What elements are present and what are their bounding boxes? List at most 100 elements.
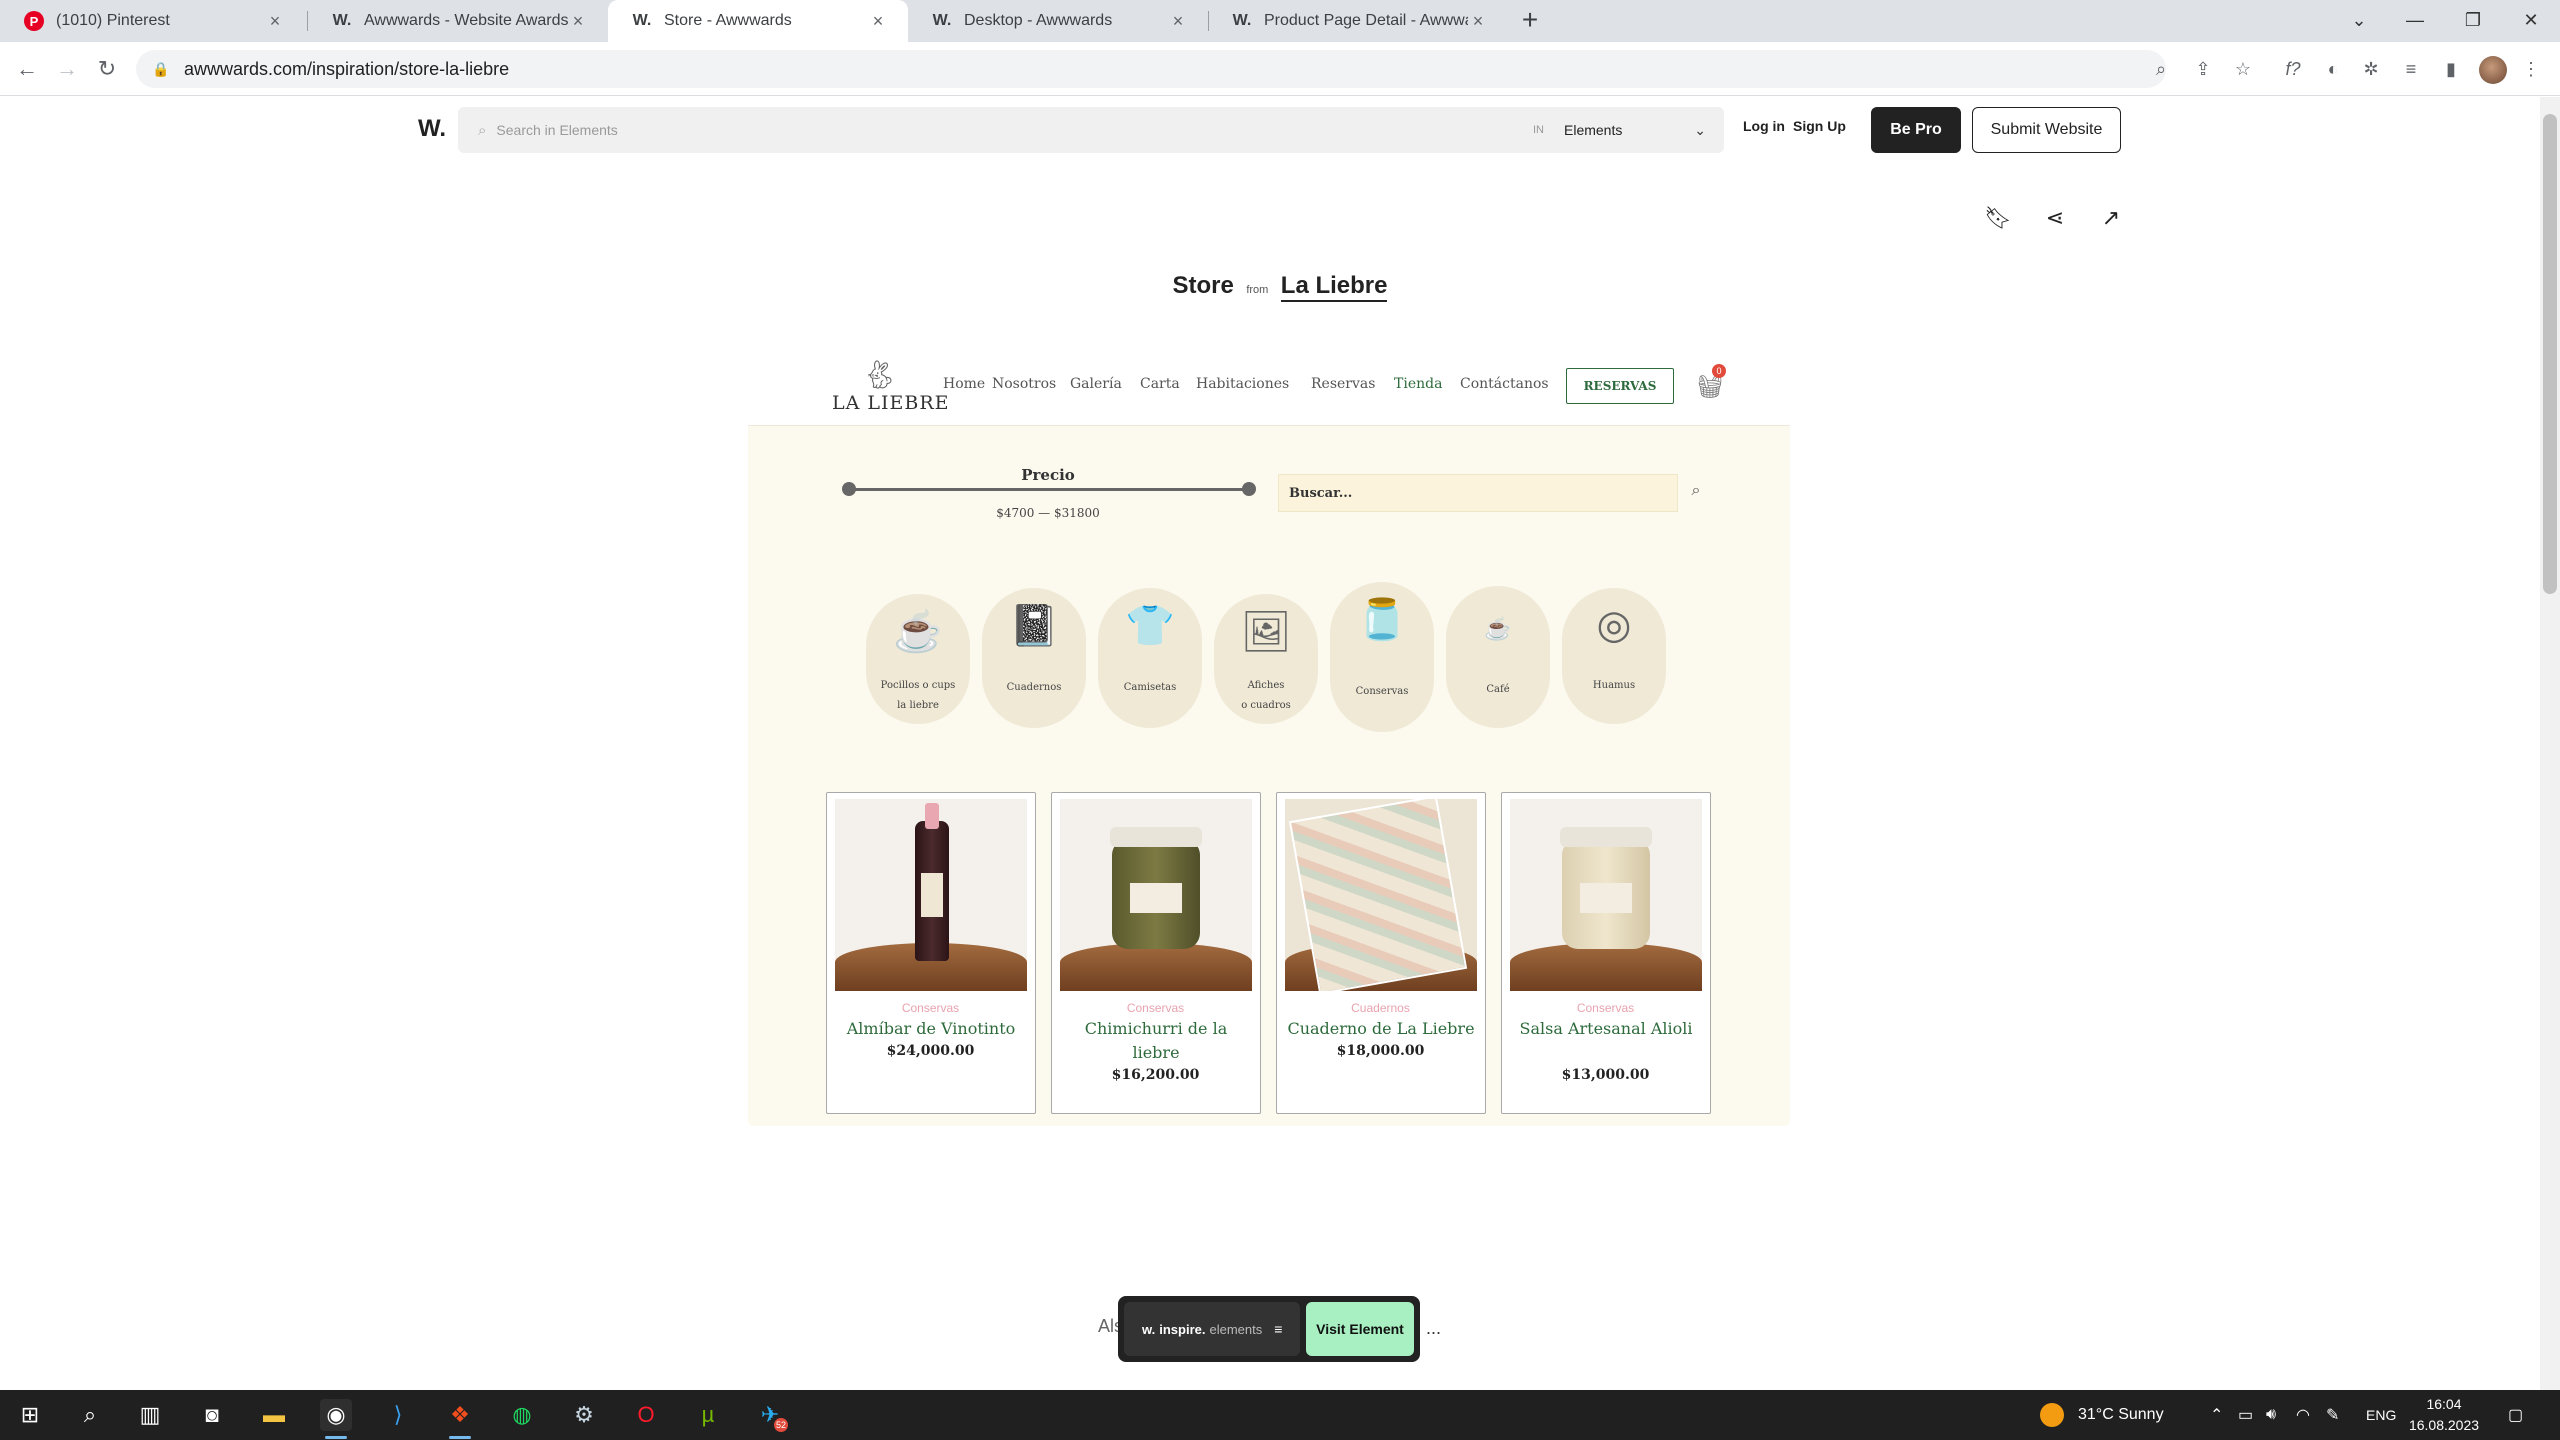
product-name[interactable]: Chimichurri de la liebre (1060, 1017, 1252, 1065)
product-name[interactable]: Salsa Artesanal Alioli (1510, 1017, 1702, 1041)
nav-home[interactable]: Home (943, 376, 985, 392)
category-afiches[interactable]: 🖼 Afiches o cuadros (1214, 594, 1318, 724)
back-icon[interactable]: ← (12, 54, 42, 84)
product-image-jar-light[interactable] (1510, 799, 1702, 991)
visit-element-button[interactable]: Visit Element (1306, 1302, 1414, 1356)
product-card-alioli[interactable]: Conservas Salsa Artesanal Alioli $13,000… (1501, 792, 1711, 1114)
steam-icon[interactable]: ⚙ (568, 1399, 600, 1431)
tab-desktop-awwwards[interactable]: W. Desktop - Awwwards × (908, 0, 1208, 42)
bookmark-star-icon[interactable]: ☆ (2230, 56, 2256, 82)
product-name[interactable]: Almíbar de Vinotinto (835, 1017, 1027, 1041)
utorrent-icon[interactable]: µ (692, 1399, 724, 1431)
minimize-icon[interactable]: — (2386, 0, 2444, 42)
nav-contactanos[interactable]: Contáctanos (1460, 376, 1549, 392)
close-tab-icon[interactable]: × (568, 11, 588, 32)
product-name[interactable]: Cuaderno de La Liebre (1285, 1017, 1477, 1041)
nav-carta[interactable]: Carta (1140, 376, 1180, 392)
category-pocillos[interactable]: ☕ Pocillos o cups la liebre (866, 594, 970, 724)
nav-nosotros[interactable]: Nosotros (992, 376, 1056, 392)
chrome-icon[interactable]: ◉ (320, 1399, 352, 1431)
category-conservas[interactable]: 🫙 Conservas (1330, 582, 1434, 732)
category-cafe[interactable]: ☕ Café (1446, 586, 1550, 728)
clock[interactable]: 16:04 16.08.2023 (2404, 1394, 2484, 1436)
nav-galeria[interactable]: Galería (1070, 376, 1122, 392)
inspire-elements-menu[interactable]: w. inspire. elements ≡ (1124, 1302, 1300, 1356)
be-pro-button[interactable]: Be Pro (1871, 107, 1961, 153)
close-tab-icon[interactable]: × (1168, 11, 1188, 32)
tab-pinterest[interactable]: P (1010) Pinterest × (0, 0, 305, 42)
reservas-button[interactable]: RESERVAS (1566, 368, 1674, 404)
close-tab-icon[interactable]: × (265, 11, 285, 32)
product-image-jar[interactable] (1060, 799, 1252, 991)
windows-start-icon[interactable]: ⊞ (14, 1399, 46, 1431)
open-external-icon[interactable]: ↗ (2097, 204, 2125, 232)
product-card-almibar[interactable]: Conservas Almíbar de Vinotinto $24,000.0… (826, 792, 1036, 1114)
share-icon[interactable]: ⇪ (2190, 56, 2216, 82)
close-window-icon[interactable]: ✕ (2502, 0, 2560, 42)
opera-icon[interactable]: O (630, 1399, 662, 1431)
new-tab-button[interactable]: + (1515, 6, 1545, 36)
camera-app-icon[interactable]: ◙ (196, 1399, 228, 1431)
language-indicator[interactable]: ENG (2366, 1390, 2396, 1440)
tab-product-page-detail[interactable]: W. Product Page Detail - Awwwards × (1208, 0, 1508, 42)
browser-menu-icon[interactable]: ⋮ (2518, 56, 2544, 82)
search-scope-select[interactable]: Elements (1564, 122, 1622, 138)
volume-icon[interactable]: 🔊︎ (2266, 1390, 2276, 1440)
pen-icon[interactable]: ✎ (2326, 1390, 2339, 1440)
tab-search-icon[interactable]: ⌄ (2330, 0, 2388, 42)
submit-website-button[interactable]: Submit Website (1972, 107, 2121, 153)
close-tab-icon[interactable]: × (868, 11, 888, 32)
store-search-input[interactable]: Buscar... (1278, 474, 1678, 512)
category-camisetas[interactable]: 👕 Camisetas (1098, 588, 1202, 728)
author-link[interactable]: La Liebre (1280, 272, 1388, 302)
category-cuadernos[interactable]: 📓 Cuadernos (982, 588, 1086, 728)
meet-now-icon[interactable]: ▭ (2238, 1390, 2253, 1440)
weather-widget[interactable]: 31°C Sunny (2040, 1390, 2164, 1440)
product-image-notebook[interactable] (1285, 799, 1477, 991)
search-icon[interactable]: ⌕ (1683, 478, 1709, 504)
task-view-icon[interactable]: ▥ (134, 1399, 166, 1431)
close-tab-icon[interactable]: × (1468, 11, 1488, 32)
login-link[interactable]: Log in (1743, 118, 1785, 134)
url-field[interactable]: 🔒 awwwards.com/inspiration/store-la-lieb… (136, 50, 2166, 88)
media-control-icon[interactable]: ≡ (2398, 56, 2424, 82)
tab-store-awwwards[interactable]: W. Store - Awwwards × (608, 0, 908, 42)
share-icon[interactable]: ⋖ (2041, 204, 2069, 232)
product-card-cuaderno[interactable]: Cuadernos Cuaderno de La Liebre $18,000.… (1276, 792, 1486, 1114)
side-panel-icon[interactable]: ▮ (2438, 56, 2464, 82)
scrollbar-thumb[interactable] (2543, 114, 2557, 594)
extensions-puzzle-icon[interactable]: ✲ (2358, 56, 2384, 82)
price-slider-max-handle[interactable] (1242, 482, 1256, 496)
reload-icon[interactable]: ↻ (92, 54, 122, 84)
figma-icon[interactable]: ❖ (444, 1399, 476, 1431)
la-liebre-logo[interactable]: 🐇︎ LA LIEBRE (832, 358, 949, 414)
hamburger-menu-icon[interactable]: ≡ (1274, 1321, 1282, 1337)
spotify-icon[interactable]: ◍ (506, 1399, 538, 1431)
wifi-icon[interactable]: ◠ (2296, 1390, 2310, 1440)
bookmark-icon[interactable]: 🔖︎ (1984, 204, 2012, 232)
product-image-bottle[interactable] (835, 799, 1027, 991)
zoom-icon[interactable]: ⌕ (2148, 56, 2174, 82)
nav-reservas[interactable]: Reservas (1311, 376, 1375, 392)
search-icon[interactable]: ⌕ (74, 1399, 106, 1431)
chevron-down-icon[interactable]: ⌄ (1694, 122, 1706, 139)
show-hidden-icons-icon[interactable]: ⌃ (2210, 1390, 2223, 1440)
awwwards-logo[interactable]: W. (418, 115, 446, 143)
notifications-icon[interactable]: ▢ (2508, 1390, 2523, 1440)
whatfont-extension-icon[interactable]: f? (2280, 56, 2306, 82)
restore-icon[interactable]: ❐ (2444, 0, 2502, 42)
extension-icon[interactable]: ◐ (2320, 56, 2346, 82)
signup-link[interactable]: Sign Up (1793, 118, 1846, 134)
price-slider-min-handle[interactable] (842, 482, 856, 496)
profile-avatar[interactable] (2479, 56, 2507, 84)
awwwards-search-input[interactable]: ⌕ Search in Elements IN Elements ⌄ (458, 107, 1724, 153)
nav-habitaciones[interactable]: Habitaciones (1196, 376, 1289, 392)
category-huamus[interactable]: ◎ Huamus (1562, 588, 1666, 724)
vscode-icon[interactable]: ⟩ (382, 1399, 414, 1431)
product-card-chimichurri[interactable]: Conservas Chimichurri de la liebre $16,2… (1051, 792, 1261, 1114)
forward-icon[interactable]: → (52, 54, 82, 84)
file-explorer-icon[interactable]: ▬ (258, 1399, 290, 1431)
price-slider-track[interactable] (848, 488, 1248, 491)
nav-tienda[interactable]: Tienda (1394, 376, 1442, 392)
tab-awwwards-home[interactable]: W. Awwwards - Website Awards - Be × (308, 0, 608, 42)
